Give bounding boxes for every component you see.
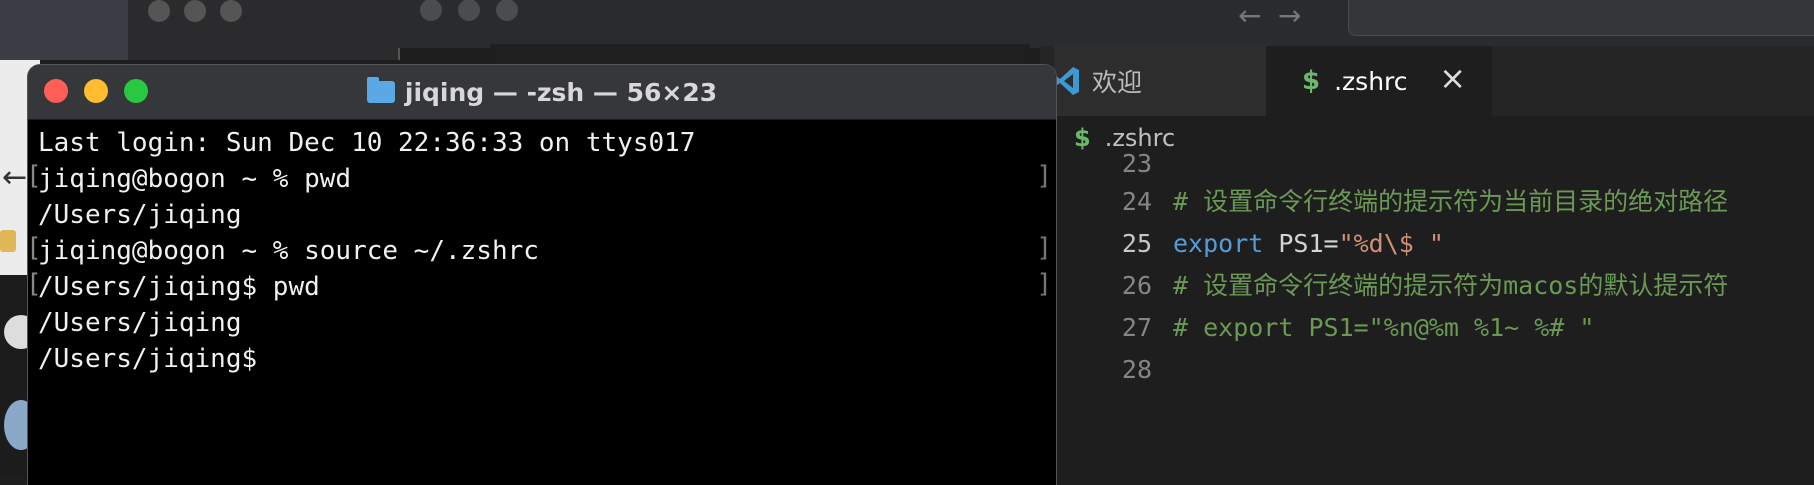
- dollar-icon: $: [1302, 66, 1321, 96]
- code-keyword: export: [1173, 229, 1264, 258]
- mark-bracket-right: ]: [1036, 233, 1052, 263]
- editor-tabbar: 欢迎 $ .zshrc ×: [1040, 46, 1814, 116]
- terminal-line: Last login: Sun Dec 10 22:36:33 on ttys0…: [38, 128, 696, 158]
- folder-icon: [366, 77, 395, 103]
- line-number: 28: [1121, 355, 1152, 384]
- code-string: "%d\$ ": [1338, 229, 1444, 258]
- code-line: 27 # export PS1="%n@%m %1~ %# ": [1040, 308, 1814, 348]
- folder-icon[interactable]: [0, 230, 16, 252]
- terminal-line: /Users/jiqing: [38, 308, 242, 338]
- traffic-light-inactive[interactable]: [458, 0, 480, 21]
- code-comment: # 设置命令行终端的提示符为当前目录的绝对路径: [1173, 187, 1729, 216]
- code-line: 26 # 设置命令行终端的提示符为macos的默认提示符: [1040, 266, 1814, 306]
- terminal-line: /Users/jiqing: [38, 200, 242, 230]
- tab-label: 欢迎: [1092, 68, 1143, 97]
- terminal-titlebar[interactable]: jiqing — -zsh — 56×23: [28, 65, 1056, 120]
- vscode-titlebar: ← →: [398, 0, 1814, 48]
- code-comment: # export PS1="%n@%m %1~ %# ": [1173, 313, 1595, 342]
- mark-bracket-right: ]: [1036, 161, 1052, 191]
- line-number: 27: [1121, 313, 1152, 342]
- terminal-line: /Users/jiqing$ pwd: [38, 272, 320, 302]
- vscode-logo-icon: [1054, 67, 1079, 95]
- code-line: 28: [1040, 350, 1814, 390]
- tab-label: .zshrc: [1334, 66, 1408, 96]
- forward-arrow-icon[interactable]: →: [1278, 2, 1301, 30]
- code-editor[interactable]: 23 24 # 设置命令行终端的提示符为当前目录的绝对路径 25 export …: [1040, 149, 1814, 478]
- terminal-window[interactable]: jiqing — -zsh — 56×23 Last login: Sun De…: [28, 65, 1056, 485]
- traffic-light-inactive[interactable]: [420, 0, 442, 21]
- back-arrow-icon[interactable]: ←: [1238, 2, 1261, 30]
- terminal-line: jiqing@bogon ~ % source ~/.zshrc: [38, 236, 539, 266]
- traffic-light-inactive[interactable]: [496, 0, 518, 21]
- line-number: 24: [1121, 187, 1152, 216]
- terminal-title: jiqing — -zsh — 56×23: [28, 65, 1056, 119]
- code-line: 24 # 设置命令行终端的提示符为当前目录的绝对路径: [1040, 182, 1814, 222]
- vscode-panel-stripe: [490, 44, 1030, 64]
- traffic-light-inactive[interactable]: [184, 0, 206, 22]
- close-icon[interactable]: ×: [1439, 62, 1466, 94]
- line-number: 23: [1121, 149, 1152, 178]
- terminal-line: jiqing@bogon ~ % pwd: [38, 164, 352, 194]
- code-line: 23: [1040, 144, 1814, 184]
- back-arrow-icon[interactable]: ←: [2, 160, 27, 195]
- tab-welcome[interactable]: 欢迎: [1054, 46, 1284, 116]
- line-number: 26: [1121, 271, 1152, 300]
- code-comment: # 设置命令行终端的提示符为macos的默认提示符: [1173, 271, 1729, 300]
- terminal-prompt[interactable]: /Users/jiqing$: [38, 341, 257, 377]
- terminal-title-text: jiqing — -zsh — 56×23: [404, 77, 718, 107]
- traffic-light-inactive[interactable]: [148, 0, 170, 22]
- code-line: 25 export PS1="%d\$ ": [1040, 224, 1814, 264]
- line-number: 25: [1121, 229, 1152, 258]
- traffic-light-inactive[interactable]: [220, 0, 242, 22]
- tab-zshrc[interactable]: $ .zshrc ×: [1266, 46, 1492, 116]
- mark-bracket-right: ]: [1036, 269, 1052, 299]
- command-center-search[interactable]: [1348, 0, 1814, 36]
- background-window: [0, 0, 130, 60]
- code-variable: PS1=: [1263, 229, 1339, 258]
- background-window-titlebar: [128, 0, 400, 60]
